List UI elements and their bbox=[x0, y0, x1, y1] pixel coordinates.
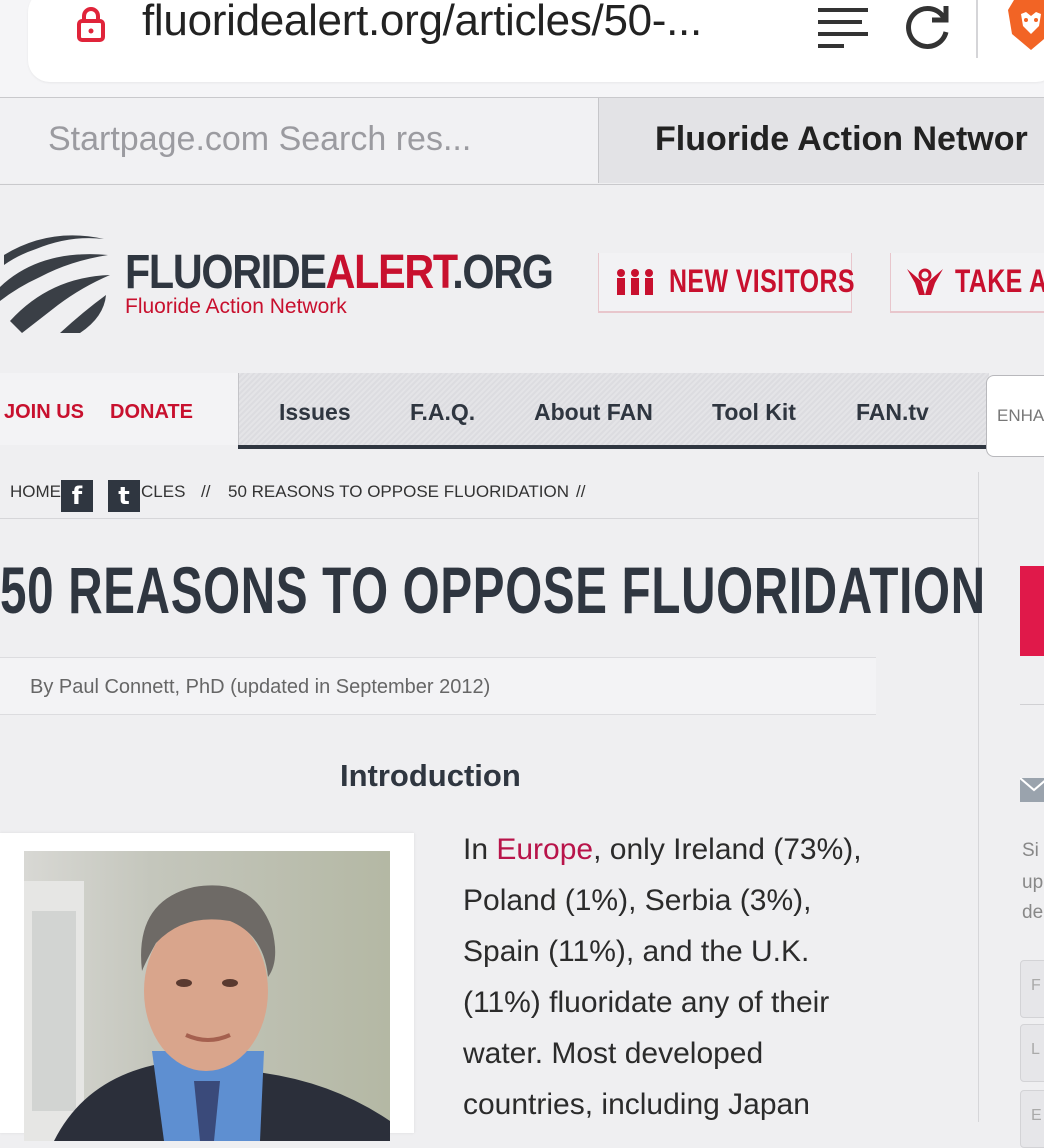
reload-icon[interactable] bbox=[900, 0, 956, 61]
section-heading: Introduction bbox=[340, 758, 521, 793]
body-line: In Europe, only Ireland (73%), bbox=[463, 826, 903, 877]
nav-utility: JOIN US DONATE bbox=[0, 373, 238, 445]
tab-bar: Startpage.com Search res... Fluoride Act… bbox=[0, 98, 1044, 185]
body-line: (11%) fluoridate any of their bbox=[463, 986, 830, 1019]
take-action-label: TAKE AC bbox=[955, 263, 1044, 299]
people-icon bbox=[615, 267, 655, 302]
brave-shield-icon[interactable] bbox=[1006, 0, 1044, 57]
nav-tool-kit[interactable]: Tool Kit bbox=[712, 399, 796, 426]
signup-first-name-field[interactable]: F bbox=[1020, 960, 1044, 1018]
signup-last-name-field[interactable]: L bbox=[1020, 1024, 1044, 1082]
raised-hands-icon bbox=[905, 267, 945, 302]
address-bar[interactable]: fluoridealert.org/articles/50-... bbox=[28, 0, 1044, 82]
nav-issues[interactable]: Issues bbox=[279, 399, 351, 426]
article-byline: By Paul Connett, PhD (updated in Septemb… bbox=[0, 657, 876, 715]
search-placeholder: ENHA bbox=[997, 406, 1044, 425]
new-visitors-button[interactable]: NEW VISITORS bbox=[598, 253, 855, 313]
breadcrumb-home[interactable]: HOME bbox=[10, 482, 61, 502]
body-line: water. Most developed bbox=[463, 1037, 764, 1070]
logo-subtitle: Fluoride Action Network bbox=[125, 295, 347, 318]
main-nav: JOIN US DONATE Issues F.A.Q. About FAN T… bbox=[0, 373, 1044, 457]
lock-icon bbox=[76, 6, 106, 47]
nav-about-fan[interactable]: About FAN bbox=[534, 399, 653, 426]
body-line: countries, including Japan bbox=[463, 1088, 810, 1121]
body-line: Poland (1%), Serbia (3%), bbox=[463, 884, 812, 917]
browser-toolbar: fluoridealert.org/articles/50-... bbox=[0, 0, 1044, 98]
nav-join-us[interactable]: JOIN US bbox=[4, 401, 84, 424]
mail-icon bbox=[1019, 777, 1044, 807]
facebook-share-icon[interactable]: f bbox=[61, 480, 93, 512]
nav-primary: Issues F.A.Q. About FAN Tool Kit FAN.tv bbox=[238, 373, 989, 445]
sidebar-donate-banner[interactable] bbox=[1020, 566, 1044, 656]
field-placeholder: L bbox=[1031, 1041, 1040, 1058]
sidebar-signup-text: Si bbox=[1022, 840, 1039, 861]
toolbar-divider bbox=[976, 0, 978, 58]
body-text: In bbox=[463, 833, 497, 866]
nav-fan-tv[interactable]: FAN.tv bbox=[856, 399, 929, 426]
tab-startpage[interactable]: Startpage.com Search res... bbox=[0, 98, 599, 183]
twitter-glyph: t bbox=[118, 482, 130, 510]
tab-label: Startpage.com Search res... bbox=[48, 120, 472, 158]
url-text[interactable]: fluoridealert.org/articles/50-... bbox=[142, 0, 702, 46]
tab-label: Fluoride Action Networ bbox=[655, 120, 1028, 158]
nav-underline bbox=[238, 445, 988, 449]
site-header: FLUORIDEALERT.ORG Fluoride Action Networ… bbox=[0, 185, 1044, 373]
sidebar-signup-text: de bbox=[1022, 902, 1044, 923]
field-placeholder: E bbox=[1031, 1107, 1042, 1124]
signup-email-field[interactable]: E bbox=[1020, 1090, 1044, 1148]
sidebar-rule bbox=[1020, 704, 1044, 705]
byline-text: By Paul Connett, PhD (updated in Septemb… bbox=[30, 676, 491, 698]
search-input[interactable]: ENHA bbox=[986, 375, 1044, 457]
breadcrumb-articles[interactable]: CLES bbox=[141, 482, 185, 502]
reader-mode-icon[interactable] bbox=[816, 2, 870, 57]
author-photo bbox=[24, 851, 390, 1141]
facebook-glyph: f bbox=[71, 482, 83, 510]
breadcrumb-separator: // bbox=[576, 482, 586, 501]
new-visitors-label: NEW VISITORS bbox=[669, 263, 855, 299]
nav-faq[interactable]: F.A.Q. bbox=[410, 399, 475, 426]
breadcrumb: HOME CLES // 50 REASONS TO OPPOSE FLUORI… bbox=[0, 472, 978, 519]
logo-word-alert: ALERT bbox=[325, 246, 454, 299]
author-photo-frame bbox=[0, 833, 414, 1141]
logo-word-tld: .ORG bbox=[452, 246, 554, 299]
take-action-button[interactable]: TAKE AC bbox=[890, 253, 1044, 313]
breadcrumb-current: 50 REASONS TO OPPOSE FLUORIDATION bbox=[228, 482, 570, 501]
field-placeholder: F bbox=[1031, 977, 1041, 994]
article-title: 50 REASONS TO OPPOSE FLUORIDATION bbox=[0, 553, 986, 627]
europe-link[interactable]: Europe bbox=[496, 833, 593, 866]
site-logo-text[interactable]: FLUORIDEALERT.ORG bbox=[125, 245, 554, 300]
logo-word-fluoride: FLUORIDE bbox=[125, 246, 327, 299]
breadcrumb-separator: // bbox=[201, 482, 211, 501]
twitter-share-icon[interactable]: t bbox=[108, 480, 140, 512]
fluoridealert-logo-icon[interactable] bbox=[0, 225, 112, 342]
sidebar-signup-text: up bbox=[1022, 872, 1044, 893]
article-body: In Europe, only Ireland (73%), Poland (1… bbox=[463, 826, 903, 1132]
tab-fluoride-action-network[interactable]: Fluoride Action Networ bbox=[599, 98, 1044, 183]
body-line: Spain (11%), and the U.K. bbox=[463, 935, 810, 968]
nav-donate[interactable]: DONATE bbox=[110, 401, 193, 424]
body-text: , only Ireland (73%), bbox=[593, 833, 862, 866]
